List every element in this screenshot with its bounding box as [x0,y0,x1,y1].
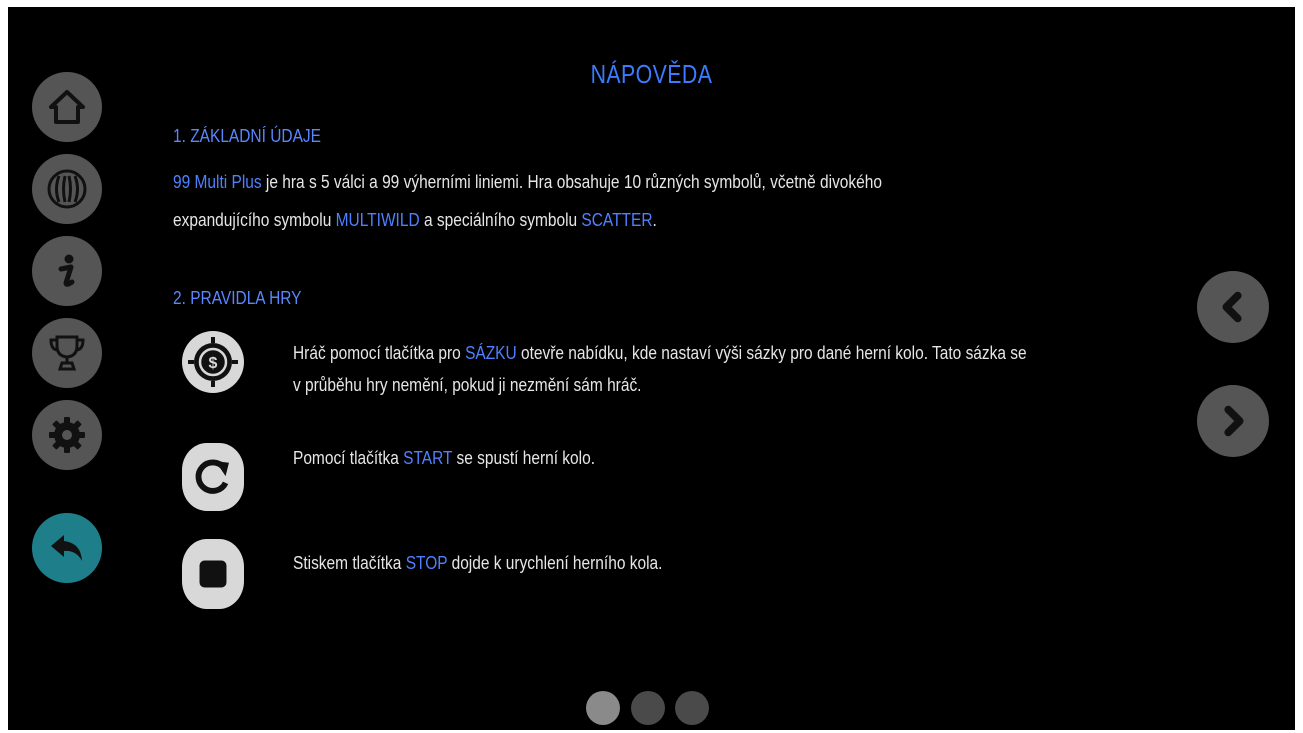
gear-icon [49,417,85,453]
back-button[interactable] [32,513,102,583]
start-term: START [403,448,453,468]
svg-text:$: $ [209,355,218,372]
section-heading-basic-info: 1. ZÁKLADNÍ ÚDAJE [173,126,321,146]
page-title: NÁPOVĚDA [590,59,713,89]
game-button[interactable] [32,154,102,224]
page-dot-1[interactable] [586,691,620,725]
home-icon [49,90,85,124]
stop-button-illustration [182,539,244,609]
chevron-right-icon [1224,405,1244,437]
scatter-term: SCATTER [581,210,653,230]
rule2-line: Pomocí tlačítka START se spustí herní ko… [293,448,596,468]
rule1-line2: v průběhu hry nemění, pokud ji nezmění s… [293,375,642,395]
page-dot-3[interactable] [675,691,709,725]
info-icon [58,254,75,287]
restart-icon [195,459,229,494]
multiwild-term: MULTIWILD [335,210,420,230]
stop-term: STOP [405,553,448,573]
previous-page-button[interactable] [1197,271,1269,343]
stop-icon [199,560,227,588]
info-button[interactable] [32,236,102,306]
section1-line2: expandujícího symbolu MULTIWILD a speciá… [173,210,657,230]
rule3-line: Stiskem tlačítka STOP dojde k urychlení … [293,553,663,573]
bet-button-illustration: $ [182,331,244,393]
home-button[interactable] [32,72,102,142]
coin-dollar-icon: $ [188,337,238,387]
bet-term: SÁZKU [465,343,517,363]
settings-button[interactable] [32,400,102,470]
game-name: 99 Multi Plus [173,172,262,192]
start-button-illustration [182,443,244,511]
game-logo-icon [47,169,87,209]
next-page-button[interactable] [1197,385,1269,457]
trophy-icon [49,335,85,371]
rule1-line1: Hráč pomocí tlačítka pro SÁZKU otevře na… [293,343,1027,363]
chevron-left-icon [1222,291,1242,323]
back-arrow-icon [51,535,82,561]
trophy-button[interactable] [32,318,102,388]
page-dot-2[interactable] [631,691,665,725]
help-screen: NÁPOVĚDA 1. ZÁKLADNÍ ÚDAJE 99 Multi Plus… [8,7,1295,730]
section1-line1: 99 Multi Plus je hra s 5 válci a 99 výhe… [173,172,882,192]
section-heading-rules: 2. PRAVIDLA HRY [173,288,302,308]
